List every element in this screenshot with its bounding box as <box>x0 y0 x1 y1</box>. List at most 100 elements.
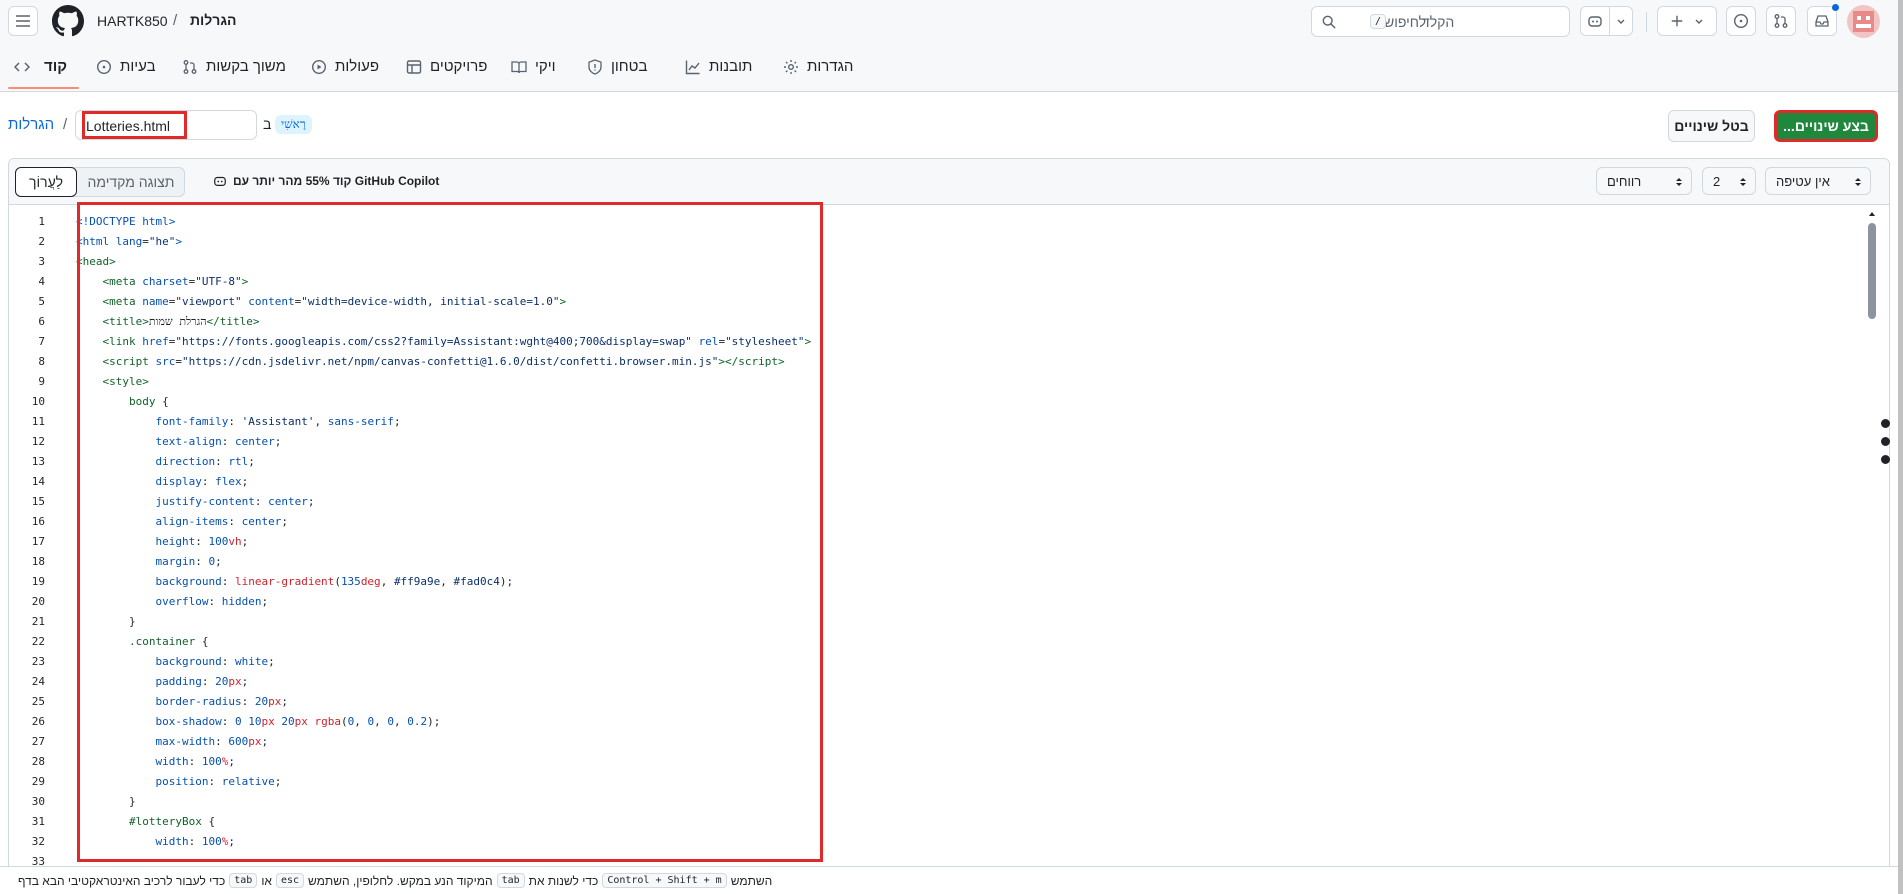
line-number: 32 <box>31 834 45 848</box>
shield-icon <box>588 58 602 75</box>
select-arrows-icon <box>1855 178 1861 186</box>
copilot-promo-text: קוד 55% מהר יותר עם GitHub Copilot <box>233 174 440 188</box>
issues-button[interactable] <box>1726 6 1756 36</box>
line-number: 18 <box>31 554 45 568</box>
tab-wiki[interactable]: ויקי <box>511 58 556 75</box>
repo-owner-link[interactable]: HARTK850 <box>97 13 168 29</box>
line-number: 15 <box>31 494 45 508</box>
tab-issues[interactable]: בעיות <box>96 58 156 75</box>
editor-toolbar: לַעֲרוֹך תצוגה מקדימה קוד 55% מהר יותר ע… <box>9 159 1889 205</box>
code-icon <box>14 61 30 72</box>
editor-scrollbar-thumb[interactable] <box>1868 223 1876 319</box>
hint-key: tab <box>229 873 258 888</box>
avatar[interactable] <box>1847 5 1880 38</box>
git-pull-request-icon <box>183 59 197 74</box>
hint-key: esc <box>275 873 305 888</box>
keyboard-hint-text: כדי לעבור לרכיב האינטראקטיבי הבא בדף tab… <box>18 873 772 888</box>
tab-label: הגדרות <box>807 58 854 75</box>
menu-button[interactable] <box>8 6 38 36</box>
branch-badge: רָאשִׁי <box>275 115 312 134</box>
github-logo-icon[interactable] <box>52 5 84 37</box>
tab-security[interactable]: בטחון <box>587 58 647 75</box>
line-number: 24 <box>31 674 45 688</box>
line-number: 22 <box>31 634 45 648</box>
inbox-icon <box>1815 15 1829 27</box>
keyboard-hint-bar: כדי לעבור לרכיב האינטראקטיבי הבא בדף tab… <box>0 866 1898 894</box>
repo-tab-nav: קוד בעיות משוך בקשות פעולות פרויקטים ויק… <box>0 44 1898 92</box>
tab-settings[interactable]: הגדרות <box>783 58 853 75</box>
search-placeholder-text: הקלד <box>1422 14 1455 30</box>
copilot-icon <box>214 176 226 186</box>
breadcrumb-repo-link[interactable]: הגרלות <box>8 116 54 133</box>
repo-name-link[interactable]: הגרלות <box>190 12 237 28</box>
scroll-up-arrow-icon <box>1869 212 1875 216</box>
pull-requests-button[interactable] <box>1766 6 1796 36</box>
copilot-icon <box>1588 16 1602 27</box>
line-number: 31 <box>31 814 45 828</box>
cancel-changes-button[interactable]: בטל שינויים <box>1668 110 1755 142</box>
select-arrows-icon <box>1676 178 1682 186</box>
search-input[interactable]: לחיפוש / הקלד <box>1311 6 1570 37</box>
tab-label: ויקי <box>535 58 556 75</box>
line-number: 17 <box>31 534 45 548</box>
side-handle-dot[interactable] <box>1881 455 1890 464</box>
tab-insights[interactable]: תובנות <box>685 58 752 75</box>
hint-part: או <box>261 873 272 888</box>
line-number: 5 <box>38 294 45 308</box>
line-number: 12 <box>31 434 45 448</box>
active-tab-indicator <box>8 87 79 89</box>
line-number: 13 <box>31 454 45 468</box>
copilot-promo[interactable]: קוד 55% מהר יותר עם GitHub Copilot <box>213 174 439 188</box>
line-number: 6 <box>38 314 45 328</box>
indent-size-value: 2 <box>1713 173 1721 189</box>
chevron-down-icon <box>1695 19 1703 24</box>
commit-changes-button[interactable]: ...בצע שינויים <box>1774 110 1878 142</box>
indent-mode-select[interactable]: רווחים <box>1596 167 1692 195</box>
line-number: 26 <box>31 714 45 728</box>
file-path-bar: הגרלות / Lotteries.html ב רָאשִׁי בטל שי… <box>0 105 1898 145</box>
tab-pull-requests[interactable]: משוך בקשות <box>182 58 286 75</box>
create-new-button[interactable] <box>1657 6 1717 36</box>
cancel-changes-label: בטל שינויים <box>1674 118 1749 134</box>
chevron-down-icon <box>1617 19 1625 24</box>
line-number: 27 <box>31 734 45 748</box>
tab-preview-label: תצוגה מקדימה <box>87 174 175 190</box>
breadcrumb-separator: / <box>63 116 68 133</box>
wrap-mode-value: אין עטיפה <box>1776 173 1830 189</box>
line-number: 20 <box>31 594 45 608</box>
side-handle-dot[interactable] <box>1881 437 1890 446</box>
highlight-code-region <box>77 202 823 862</box>
search-icon <box>1322 15 1336 29</box>
hint-part: כדי לשנות את <box>528 873 599 888</box>
line-number: 29 <box>31 774 45 788</box>
wrap-mode-select[interactable]: אין עטיפה <box>1765 167 1871 195</box>
line-number: 21 <box>31 614 45 628</box>
git-pull-request-icon <box>1774 14 1788 28</box>
hint-part: המיקוד הנע במקש. לחלופין, השתמש <box>308 873 493 888</box>
line-number: 2 <box>38 234 45 248</box>
hint-part: כדי לעבור לרכיב האינטראקטיבי הבא בדף <box>18 873 226 888</box>
line-number: 28 <box>31 754 45 768</box>
side-handle-dot[interactable] <box>1881 419 1890 428</box>
line-number: 4 <box>38 274 45 288</box>
line-number: 19 <box>31 574 45 588</box>
tab-projects[interactable]: פרויקטים <box>406 58 487 75</box>
indent-mode-value: רווחים <box>1607 173 1642 189</box>
editor-scrollbar-track[interactable] <box>1867 209 1877 859</box>
copilot-dropdown-button[interactable] <box>1609 6 1633 36</box>
page-scrollbar[interactable] <box>1898 0 1903 894</box>
copilot-button[interactable] <box>1580 6 1610 36</box>
tab-label: בעיות <box>120 58 156 75</box>
tab-code[interactable]: קוד <box>14 58 67 75</box>
highlight-filename <box>82 111 187 139</box>
play-icon <box>311 59 327 74</box>
tab-edit[interactable]: לַעֲרוֹך <box>15 167 77 197</box>
tab-actions[interactable]: פעולות <box>311 58 379 75</box>
indent-size-select[interactable]: 2 <box>1702 167 1756 195</box>
tab-preview[interactable]: תצוגה מקדימה <box>78 168 184 196</box>
tab-label: פרויקטים <box>430 58 488 75</box>
notification-dot <box>1831 3 1840 12</box>
issue-opened-icon <box>1733 13 1749 29</box>
line-number: 1 <box>38 214 45 228</box>
commit-changes-label: ...בצע שינויים <box>1783 118 1869 134</box>
